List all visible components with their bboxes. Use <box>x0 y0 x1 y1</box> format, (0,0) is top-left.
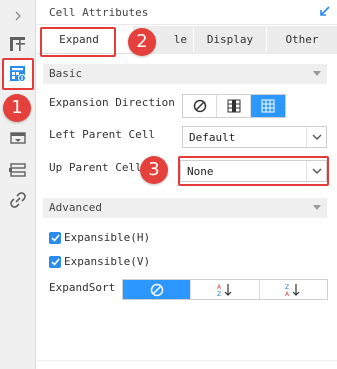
tab-expand[interactable]: Expand <box>41 26 117 54</box>
hyperlink-icon[interactable] <box>4 186 32 214</box>
step-marker-1: 1 <box>3 94 31 122</box>
left-parent-cell-value: Default <box>189 131 236 144</box>
up-parent-cell-value: None <box>187 165 214 178</box>
cell-layout-icon[interactable] <box>4 30 32 58</box>
expand-sort-label: ExpandSort <box>49 281 116 294</box>
up-parent-cell-label: Up Parent Cell <box>49 161 142 174</box>
check-icon <box>49 255 61 268</box>
sort-descending-icon[interactable]: ZA <box>259 280 327 299</box>
condition-icon[interactable] <box>4 156 32 184</box>
panel-title: Cell Attributes <box>49 6 149 19</box>
chevron-down-icon <box>306 161 326 181</box>
horizontal-expand-icon[interactable] <box>251 95 285 117</box>
panel-header: Cell Attributes <box>37 0 337 25</box>
no-sort-icon[interactable] <box>123 280 192 299</box>
tab-other[interactable]: Other <box>267 26 337 54</box>
up-parent-cell-select[interactable]: None <box>180 160 327 182</box>
left-toolbar <box>0 0 36 369</box>
sort-ascending-icon[interactable]: AZ <box>191 280 260 299</box>
tab-display[interactable]: Display <box>194 26 266 54</box>
expand-sort-selector: AZ ZA <box>122 279 328 300</box>
step-marker-2: 2 <box>128 28 156 56</box>
svg-text:A: A <box>217 284 222 291</box>
svg-text:Z: Z <box>217 291 221 297</box>
no-expand-icon[interactable] <box>183 95 217 117</box>
svg-text:A: A <box>285 291 290 297</box>
arrow-right-icon[interactable] <box>4 2 32 30</box>
vertical-expand-icon[interactable] <box>217 95 251 117</box>
panel-bottom-divider <box>37 360 337 361</box>
expandable-h-label: Expansible(H) <box>64 231 151 244</box>
expansion-direction-label: Expansion Direction <box>49 96 175 109</box>
expandable-v-checkbox[interactable]: Expansible(V) <box>49 255 150 268</box>
attribute-tabs: Expand le Display Other <box>37 26 337 54</box>
left-parent-cell-label: Left Parent Cell <box>49 128 155 141</box>
svg-text:Z: Z <box>285 284 289 291</box>
section-advanced-label: Advanced <box>49 201 102 214</box>
section-advanced[interactable]: Advanced <box>43 198 327 218</box>
corner-arrow-icon[interactable] <box>319 5 331 20</box>
chevron-down-icon <box>306 127 326 147</box>
chevron-down-icon <box>313 205 321 210</box>
step-marker-3: 3 <box>140 156 168 184</box>
expandable-v-label: Expansible(V) <box>64 255 151 268</box>
section-basic[interactable]: Basic <box>43 64 327 84</box>
expandable-h-checkbox[interactable]: Expansible(H) <box>49 231 150 244</box>
dropdown-widget-icon[interactable] <box>4 124 32 152</box>
left-parent-cell-select[interactable]: Default <box>182 126 327 148</box>
check-icon <box>49 231 61 244</box>
cell-attributes-icon[interactable] <box>4 60 32 88</box>
chevron-down-icon <box>313 71 321 76</box>
section-basic-label: Basic <box>49 67 83 80</box>
expansion-direction-selector <box>182 94 286 118</box>
